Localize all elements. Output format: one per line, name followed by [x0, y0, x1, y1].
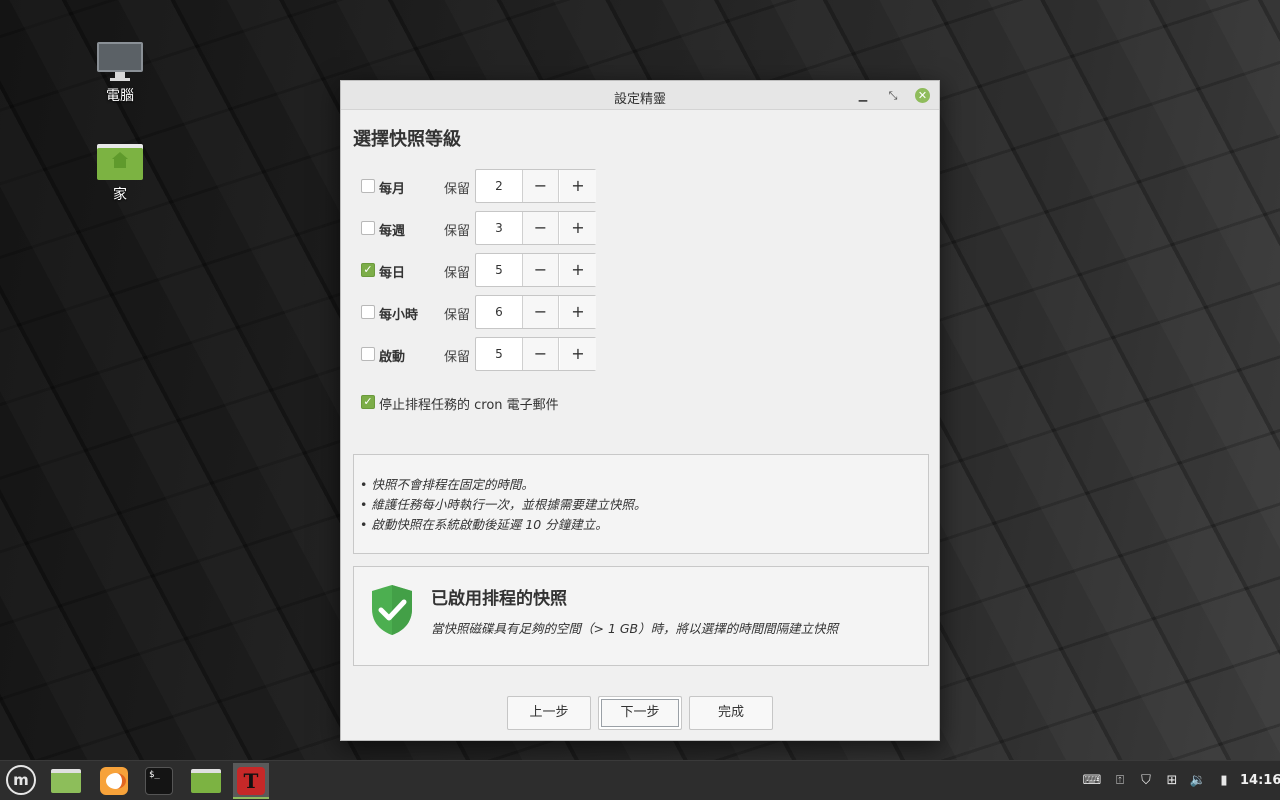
monitor-icon: [97, 42, 143, 72]
level-row-weekly: 每週 保留 3 − +: [361, 211, 601, 245]
level-label: 每日: [379, 266, 406, 281]
stop-cron-emails-option[interactable]: ✓ 停止排程任務的 cron 電子郵件: [361, 393, 661, 413]
schedule-status-panel: 已啟用排程的快照 當快照磁碟具有足夠的空間（> 1 GB）時，將以選擇的時間間隔…: [353, 566, 929, 666]
firefox-icon: [100, 767, 128, 795]
increment-button[interactable]: +: [560, 338, 596, 370]
info-notes-panel: • 快照不會排程在固定的時間。 • 維護任務每小時執行一次，並根據需要建立快照。…: [353, 454, 929, 554]
close-icon[interactable]: ✕: [915, 88, 930, 103]
boot-keep-input[interactable]: 5: [476, 338, 523, 370]
desktop-icon-computer[interactable]: 電腦: [75, 42, 165, 105]
status-description: 當快照磁碟具有足夠的空間（> 1 GB）時，將以選擇的時間間隔建立快照: [431, 621, 839, 636]
volume-icon[interactable]: 🔉: [1188, 771, 1208, 791]
next-button[interactable]: 下一步: [598, 696, 682, 730]
minimize-icon[interactable]: ▁: [855, 88, 871, 104]
level-row-monthly: 每月 保留 2 − +: [361, 169, 601, 203]
level-label: 啟動: [379, 350, 406, 365]
info-note: • 快照不會排程在固定的時間。: [360, 477, 534, 492]
stop-cron-emails-label: 停止排程任務的 cron 電子郵件: [379, 398, 559, 413]
boot-checkbox[interactable]: [361, 347, 375, 361]
info-note: • 啟動快照在系統啟動後延遲 10 分鐘建立。: [360, 517, 608, 532]
hourly-checkbox[interactable]: [361, 305, 375, 319]
level-label: 每月: [379, 182, 406, 197]
status-title: 已啟用排程的快照: [431, 589, 567, 609]
keep-label: 保留: [444, 308, 471, 323]
previous-button[interactable]: 上一步: [507, 696, 591, 730]
level-row-daily: ✓ 每日 保留 5 − +: [361, 253, 601, 287]
taskbar-files[interactable]: [188, 763, 224, 799]
terminal-icon: $_: [145, 767, 173, 795]
daily-checkbox[interactable]: ✓: [361, 263, 375, 277]
desktop-folder-icon: [51, 769, 81, 793]
battery-icon[interactable]: ▮: [1214, 771, 1234, 791]
desktop-icon-home[interactable]: 家: [75, 144, 165, 204]
keyboard-icon[interactable]: ⌨: [1082, 771, 1102, 791]
setup-wizard-window: 設定精靈 ▁ ⤡ ✕ 選擇快照等級 每月 保留 2 − + 每週 保留 3 − …: [340, 80, 940, 741]
increment-button[interactable]: +: [560, 170, 596, 202]
decrement-button[interactable]: −: [523, 212, 559, 244]
level-label: 每小時: [379, 308, 419, 323]
decrement-button[interactable]: −: [523, 338, 559, 370]
level-row-boot: 啟動 保留 5 − +: [361, 337, 601, 371]
level-label: 每週: [379, 224, 406, 239]
info-note: • 維護任務每小時執行一次，並根據需要建立快照。: [360, 497, 647, 512]
clock[interactable]: 14:16: [1240, 773, 1280, 788]
page-title: 選擇快照等級: [353, 129, 461, 150]
network-icon[interactable]: ⊞: [1162, 771, 1182, 791]
maximize-icon[interactable]: ⤡: [885, 88, 901, 104]
weekly-keep-stepper: 3 − +: [475, 211, 596, 245]
keep-label: 保留: [444, 224, 471, 239]
folder-icon: [191, 769, 221, 793]
decrement-button[interactable]: −: [523, 296, 559, 328]
monthly-keep-input[interactable]: 2: [476, 170, 523, 202]
keep-label: 保留: [444, 266, 471, 281]
timeshift-icon: T: [237, 767, 265, 795]
taskbar-timeshift[interactable]: T: [233, 763, 269, 799]
weekly-checkbox[interactable]: [361, 221, 375, 235]
taskbar-terminal[interactable]: $_: [141, 763, 177, 799]
level-row-hourly: 每小時 保留 6 − +: [361, 295, 601, 329]
taskbar-firefox[interactable]: [96, 763, 132, 799]
home-folder-icon: [97, 144, 143, 180]
mint-menu-icon[interactable]: m: [6, 765, 36, 795]
hourly-keep-stepper: 6 − +: [475, 295, 596, 329]
taskbar-show-desktop[interactable]: [48, 763, 84, 799]
taskbar: m $_ T ⌨ ⍐ ⛉ ⊞ 🔉 ▮ 14:16: [0, 760, 1280, 800]
desktop-icon-label: 電腦: [106, 88, 134, 104]
window-titlebar[interactable]: 設定精靈 ▁ ⤡ ✕: [341, 81, 939, 110]
shield-check-icon: [372, 585, 412, 635]
hourly-keep-input[interactable]: 6: [476, 296, 523, 328]
stop-cron-emails-checkbox[interactable]: ✓: [361, 395, 375, 409]
increment-button[interactable]: +: [560, 254, 596, 286]
daily-keep-stepper: 5 − +: [475, 253, 596, 287]
increment-button[interactable]: +: [560, 296, 596, 328]
decrement-button[interactable]: −: [523, 170, 559, 202]
finish-button[interactable]: 完成: [689, 696, 773, 730]
keep-label: 保留: [444, 182, 471, 197]
weekly-keep-input[interactable]: 3: [476, 212, 523, 244]
shield-icon[interactable]: ⛉: [1136, 771, 1156, 791]
desktop-icon-label: 家: [113, 187, 127, 203]
increment-button[interactable]: +: [560, 212, 596, 244]
keep-label: 保留: [444, 350, 471, 365]
daily-keep-input[interactable]: 5: [476, 254, 523, 286]
decrement-button[interactable]: −: [523, 254, 559, 286]
update-manager-icon[interactable]: ⍐: [1110, 771, 1130, 791]
monthly-checkbox[interactable]: [361, 179, 375, 193]
monthly-keep-stepper: 2 − +: [475, 169, 596, 203]
boot-keep-stepper: 5 − +: [475, 337, 596, 371]
window-title: 設定精靈: [613, 92, 666, 107]
